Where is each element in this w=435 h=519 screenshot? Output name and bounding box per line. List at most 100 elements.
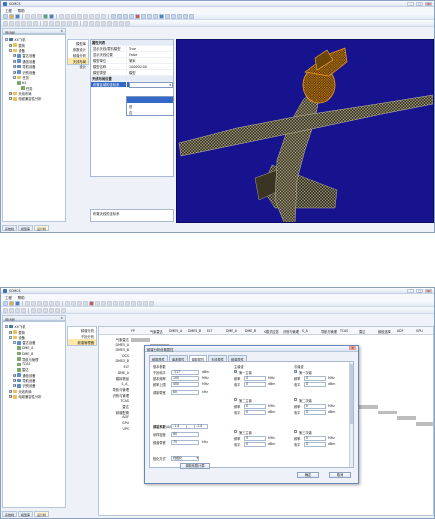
tab-system-tree[interactable]: 系统树 xyxy=(2,225,18,231)
tool-icon[interactable] xyxy=(25,300,30,306)
param-input[interactable]: 80 xyxy=(171,432,199,437)
sub2-freq-input[interactable]: 0 xyxy=(304,404,326,409)
third-main-harmonic-checkbox[interactable] xyxy=(234,430,238,434)
property-value[interactable]: ▾ xyxy=(126,81,173,88)
save-icon[interactable] xyxy=(15,13,20,19)
tool-icon[interactable] xyxy=(49,300,54,306)
param-input[interactable]: -117 xyxy=(171,370,199,375)
tool-icon[interactable] xyxy=(101,20,106,26)
expand-icon[interactable]: + xyxy=(13,54,16,58)
close-icon[interactable]: × xyxy=(60,316,63,320)
matrix-cell-marker[interactable] xyxy=(359,405,378,409)
fit-icon[interactable] xyxy=(89,300,94,306)
tool-icon[interactable] xyxy=(61,307,66,313)
minimize-button[interactable]: – xyxy=(407,1,414,6)
open-icon[interactable] xyxy=(9,300,14,306)
maximize-button[interactable]: □ xyxy=(416,288,423,293)
close-button[interactable]: × xyxy=(425,288,432,293)
tool-icon[interactable] xyxy=(77,300,82,306)
tool-icon[interactable] xyxy=(95,300,100,306)
tool-icon[interactable] xyxy=(95,20,100,26)
tool-icon[interactable] xyxy=(43,20,48,26)
tool-icon[interactable] xyxy=(37,307,42,313)
property-value[interactable]: 毫米 xyxy=(126,58,173,63)
tool-icon[interactable] xyxy=(31,300,36,306)
subnav-item-antenna[interactable]: 天线布局设计 xyxy=(68,58,88,69)
menu-help[interactable]: 帮助 xyxy=(18,295,25,300)
first-main-harmonic-checkbox[interactable]: ✓ xyxy=(234,370,237,374)
tool-icon[interactable] xyxy=(71,13,76,19)
tool-icon[interactable] xyxy=(33,20,38,26)
main2-level-input[interactable]: 0 xyxy=(244,410,266,415)
view-top-icon[interactable] xyxy=(153,13,158,19)
sub3-freq-input[interactable]: 0 xyxy=(304,436,326,441)
chevron-down-icon[interactable]: ▾ xyxy=(169,83,171,87)
tool-icon[interactable] xyxy=(95,13,100,19)
ok-button[interactable]: 确定 xyxy=(297,472,319,478)
tool-icon[interactable] xyxy=(9,307,14,313)
tab-design-tree[interactable]: 设计树 xyxy=(34,225,50,231)
save-icon[interactable] xyxy=(15,300,20,306)
expand-icon[interactable]: + xyxy=(13,373,16,377)
tool-icon[interactable] xyxy=(131,300,136,306)
tool-icon[interactable] xyxy=(67,20,72,26)
tool-icon[interactable] xyxy=(89,20,94,26)
view-side-icon[interactable] xyxy=(147,13,152,19)
view-iso-icon[interactable] xyxy=(159,13,164,19)
expand-icon[interactable]: + xyxy=(9,389,12,393)
new-icon[interactable] xyxy=(3,13,8,19)
tool-icon[interactable] xyxy=(143,300,148,306)
collapse-icon[interactable]: - xyxy=(13,75,16,79)
property-value[interactable]: True xyxy=(126,46,173,51)
sub1-level-input[interactable]: 0 xyxy=(304,382,326,387)
tool-icon[interactable] xyxy=(55,300,60,306)
coordinate-combobox[interactable]: ▾ xyxy=(129,81,173,88)
light-icon[interactable] xyxy=(177,13,182,19)
expand-icon[interactable]: + xyxy=(9,97,12,101)
tool-icon[interactable] xyxy=(59,13,64,19)
coef-a-input[interactable]: -1.4 xyxy=(171,424,187,429)
expand-icon[interactable]: + xyxy=(13,379,16,383)
chevron-down-icon[interactable]: ▾ xyxy=(196,456,198,460)
expand-icon[interactable]: + xyxy=(9,43,12,47)
tab-model-lib[interactable]: 模型库 xyxy=(18,225,34,231)
coef-b-input[interactable]: -1.4 xyxy=(194,424,208,429)
grid-icon[interactable] xyxy=(49,13,54,19)
expand-icon[interactable]: + xyxy=(9,92,12,96)
tool-icon[interactable] xyxy=(15,20,20,26)
tree-node[interactable]: + 电磁兼容性分析 xyxy=(3,394,65,399)
menu-project[interactable]: 工程 xyxy=(5,8,12,13)
tool-icon[interactable] xyxy=(83,300,88,306)
property-value[interactable]: 模型 xyxy=(126,70,173,75)
tool-icon[interactable] xyxy=(107,300,112,306)
tab-design-tree[interactable]: 设计树 xyxy=(34,511,50,517)
matrix-cell-marker[interactable] xyxy=(131,338,150,342)
zoom-in-icon[interactable] xyxy=(123,13,128,19)
tool-icon[interactable] xyxy=(61,20,66,26)
tool-icon[interactable] xyxy=(49,20,54,26)
pan-icon[interactable] xyxy=(117,13,122,19)
tool-icon[interactable] xyxy=(43,307,48,313)
tool-icon[interactable] xyxy=(137,300,142,306)
tool-icon[interactable] xyxy=(113,300,118,306)
tab-system-tree[interactable]: 系统树 xyxy=(2,511,18,517)
tool-icon[interactable] xyxy=(149,300,154,306)
collapse-icon[interactable]: - xyxy=(9,48,12,52)
tool-icon[interactable] xyxy=(71,300,76,306)
open-icon[interactable] xyxy=(9,13,14,19)
tool-icon[interactable] xyxy=(27,20,32,26)
shade-icon[interactable] xyxy=(165,13,170,19)
param-input[interactable]: 75 xyxy=(171,440,199,445)
tool-icon[interactable] xyxy=(119,300,124,306)
measure-icon[interactable] xyxy=(189,13,194,19)
menu-project[interactable]: 工程 xyxy=(5,295,12,300)
tool-icon[interactable] xyxy=(3,307,8,313)
tool-icon[interactable] xyxy=(3,20,8,26)
close-icon[interactable]: × xyxy=(60,29,63,33)
param-input[interactable]: 400 xyxy=(171,382,199,387)
matrix-cell-marker[interactable] xyxy=(397,416,416,420)
expand-icon[interactable]: + xyxy=(13,384,16,388)
menu-help[interactable]: 帮助 xyxy=(18,8,25,13)
3d-viewport[interactable] xyxy=(176,39,434,223)
property-row-selected[interactable]: 布置区域的坐标系 ▾ xyxy=(91,81,173,88)
